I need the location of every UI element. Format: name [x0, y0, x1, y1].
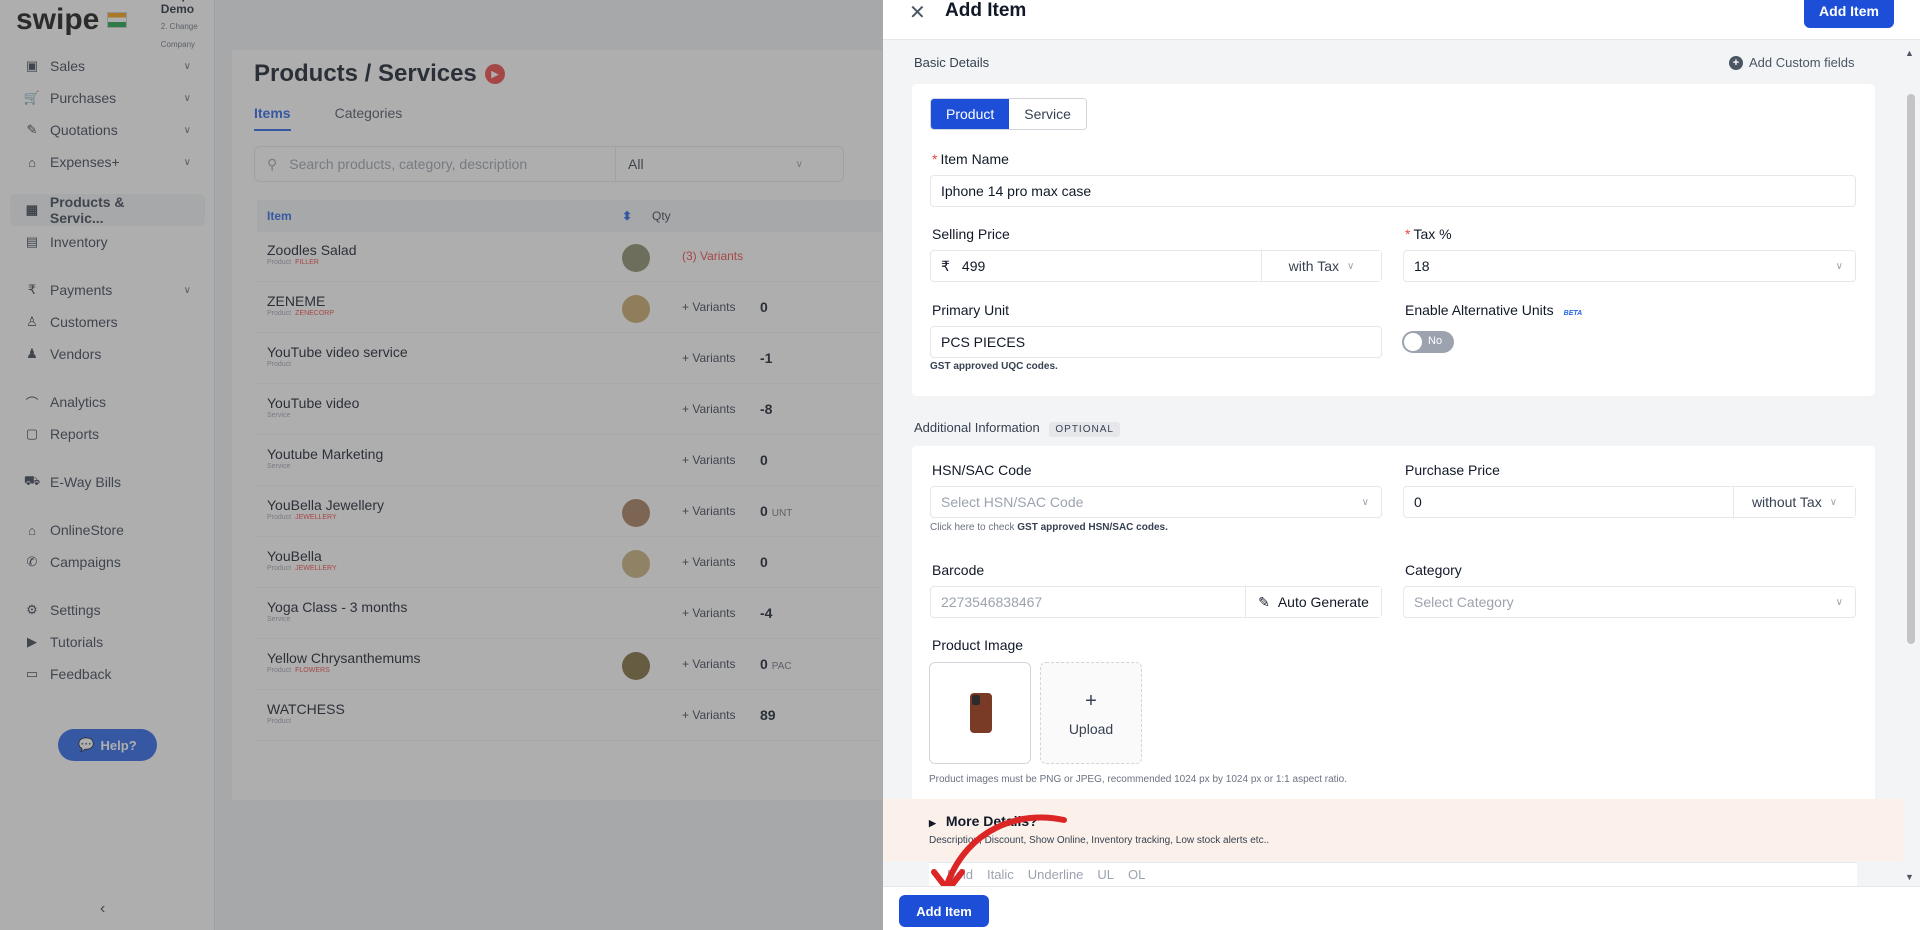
barcode-label: Barcode: [932, 562, 985, 578]
category-placeholder: Select Category: [1414, 594, 1514, 610]
purchase-price-label: Purchase Price: [1405, 462, 1500, 478]
add-custom-fields-link[interactable]: + Add Custom fields: [1729, 55, 1855, 70]
purchase-tax-mode-select[interactable]: without Tax ∨: [1733, 487, 1855, 517]
drawer-header: ✕ Add Item Add Item: [883, 0, 1920, 40]
alt-units-label-text: Enable Alternative Units: [1405, 302, 1554, 318]
auto-generate-button[interactable]: ✎ Auto Generate: [1245, 587, 1381, 617]
category-label: Category: [1405, 562, 1462, 578]
drawer-footer: Add Item: [883, 886, 1920, 930]
modal-overlay[interactable]: [0, 0, 883, 930]
hsn-select[interactable]: Select HSN/SAC Code ∨: [930, 486, 1382, 518]
scrollbar[interactable]: ▲ ▼: [1903, 44, 1917, 884]
selling-price-value: 499: [961, 258, 986, 274]
image-hint: Product images must be PNG or JPEG, reco…: [929, 774, 1347, 785]
product-image-label: Product Image: [932, 637, 1024, 653]
item-name-label-text: Item Name: [940, 151, 1009, 167]
toggle-knob: [1404, 333, 1422, 351]
optional-badge: OPTIONAL: [1049, 422, 1120, 437]
scroll-down-icon[interactable]: ▼: [1905, 872, 1914, 882]
magic-wand-icon: ✎: [1258, 593, 1270, 610]
chevron-down-icon: ∨: [1347, 260, 1355, 272]
hsn-label: HSN/SAC Code: [932, 462, 1032, 478]
purchase-price-input[interactable]: 0 without Tax ∨: [1403, 486, 1856, 518]
hsn-hint[interactable]: Click here to check GST approved HSN/SAC…: [930, 522, 1168, 533]
type-service-option[interactable]: Service: [1009, 99, 1086, 129]
type-product-option[interactable]: Product: [931, 99, 1010, 129]
add-item-button-top[interactable]: Add Item: [1804, 0, 1894, 28]
tax-label: * Tax %: [1405, 226, 1452, 242]
selling-tax-mode-value: with Tax: [1288, 258, 1339, 274]
scroll-up-icon[interactable]: ▲: [1905, 48, 1914, 58]
selling-tax-mode-select[interactable]: with Tax ∨: [1261, 251, 1381, 281]
rupee-icon: ₹: [941, 257, 950, 274]
upload-label: Upload: [1068, 720, 1114, 737]
tax-select[interactable]: 18 ∨: [1403, 250, 1856, 282]
plus-icon: +: [1085, 689, 1097, 712]
purchase-tax-mode-value: without Tax: [1751, 494, 1822, 510]
uqc-hint[interactable]: GST approved UQC codes.: [930, 361, 1058, 372]
category-select[interactable]: Select Category ∨: [1403, 586, 1856, 618]
chevron-down-icon: ∨: [1835, 596, 1843, 608]
barcode-placeholder: 2273546838467: [941, 594, 1043, 610]
item-name-label: * Item Name: [932, 151, 1009, 167]
toggle-text: No: [1428, 335, 1443, 347]
purchase-price-value: 0: [1414, 494, 1422, 510]
additional-info-heading: Additional Information OPTIONAL: [914, 420, 1120, 437]
hsn-hint-link[interactable]: GST approved HSN/SAC codes.: [1017, 522, 1168, 533]
editor-tool-ul[interactable]: UL: [1097, 867, 1114, 882]
chevron-down-icon: ∨: [1829, 496, 1838, 508]
product-image-thumbnail[interactable]: [929, 662, 1031, 764]
alt-units-label: Enable Alternative Units BETA: [1405, 302, 1582, 318]
editor-tool-ol[interactable]: OL: [1128, 867, 1145, 882]
scrollbar-thumb[interactable]: [1907, 94, 1915, 644]
barcode-input[interactable]: 2273546838467 ✎ Auto Generate: [930, 586, 1382, 618]
item-type-toggle: Product Service: [930, 98, 1087, 130]
phone-case-image: [970, 693, 992, 733]
alt-units-toggle[interactable]: No: [1402, 331, 1454, 353]
plus-circle-icon: +: [1729, 55, 1743, 70]
tax-value: 18: [1414, 258, 1430, 274]
primary-unit-label: Primary Unit: [932, 302, 1010, 318]
beta-badge: BETA: [1563, 310, 1583, 317]
additional-info-label: Additional Information: [914, 420, 1040, 435]
close-icon[interactable]: ✕: [909, 0, 926, 25]
add-item-button-bottom[interactable]: Add Item: [899, 895, 989, 927]
selling-price-input[interactable]: ₹ 499 with Tax ∨: [930, 250, 1382, 282]
primary-unit-input[interactable]: PCS PIECES: [930, 326, 1382, 358]
hsn-placeholder: Select HSN/SAC Code: [941, 494, 1084, 510]
basic-details-heading: Basic Details: [914, 55, 990, 70]
tax-label-text: Tax %: [1413, 226, 1452, 242]
add-custom-fields-label: Add Custom fields: [1749, 55, 1855, 70]
hsn-hint-text: Click here to check: [930, 522, 1018, 533]
selling-price-label: Selling Price: [932, 226, 1010, 242]
chevron-down-icon: ∨: [1835, 260, 1843, 272]
chevron-down-icon: ∨: [1361, 496, 1369, 508]
auto-generate-label: Auto Generate: [1277, 594, 1369, 610]
add-item-drawer: ✕ Add Item Add Item Basic Details + Add …: [883, 0, 1920, 930]
item-name-input[interactable]: Iphone 14 pro max case: [930, 175, 1856, 207]
drawer-title: Add Item: [945, 0, 1027, 21]
upload-image-button[interactable]: + Upload: [1040, 662, 1142, 764]
